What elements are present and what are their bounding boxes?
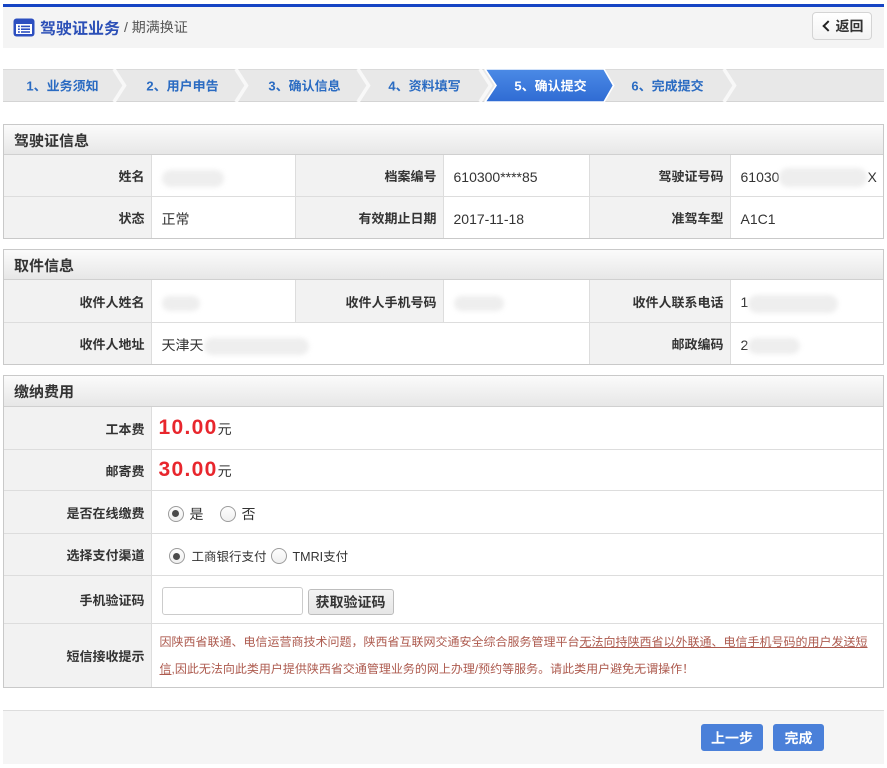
svg-text:3、确认信息: 3、确认信息: [268, 76, 340, 95]
svg-text:5、确认提交: 5、确认提交: [514, 76, 586, 95]
svg-text:1、业务须知: 1、业务须知: [26, 76, 98, 95]
svg-text:2、用户申告: 2、用户申告: [146, 76, 218, 95]
svg-text:4、资料填写: 4、资料填写: [388, 76, 460, 95]
svg-text:6、完成提交: 6、完成提交: [631, 76, 703, 95]
